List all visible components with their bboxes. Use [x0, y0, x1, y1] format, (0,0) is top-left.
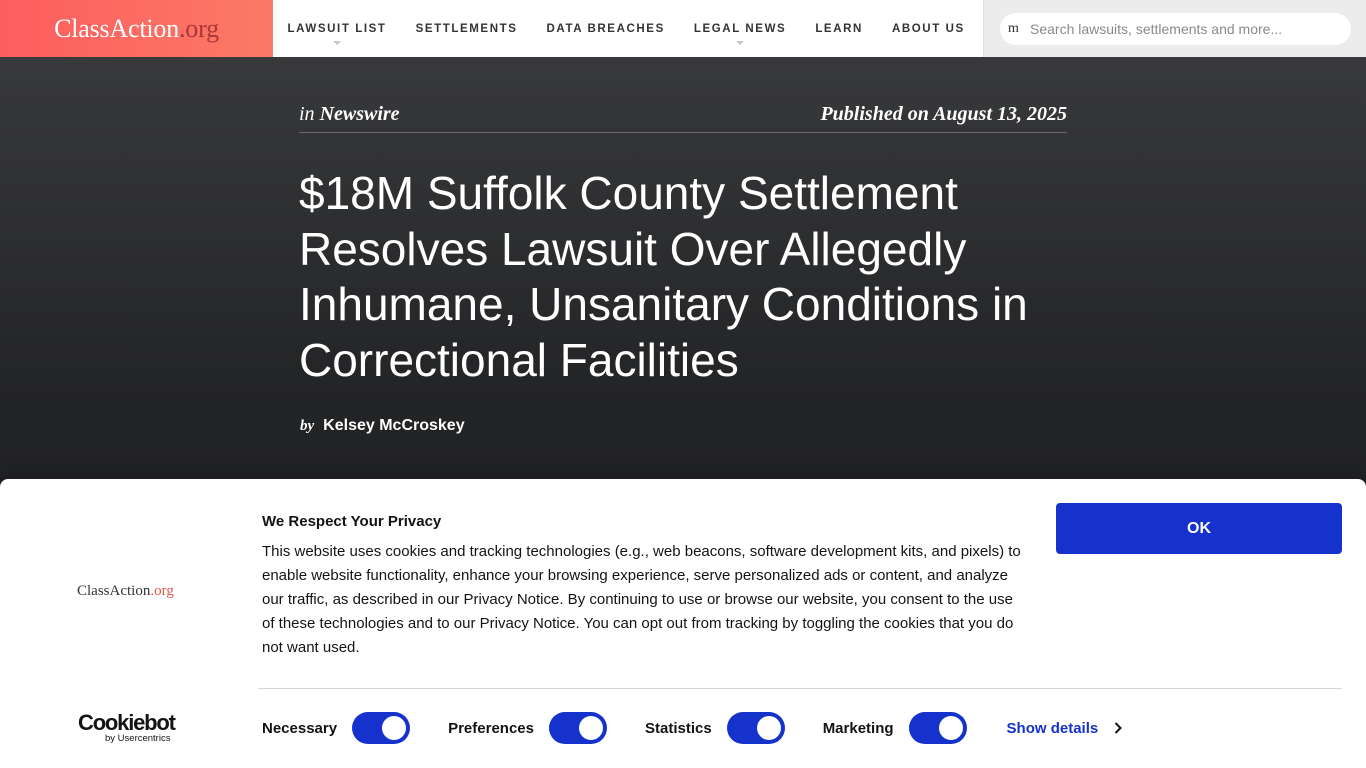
- toggle-label: Marketing: [822, 719, 894, 737]
- site-logo-text: ClassAction.org: [54, 13, 219, 43]
- nav-item-lawsuit-list[interactable]: LAWSUIT LIST: [273, 0, 401, 57]
- show-details-label: Show details: [1006, 719, 1099, 737]
- toggle-label: Necessary: [262, 719, 338, 737]
- preferences-toggle[interactable]: [548, 712, 607, 744]
- nav-item-label: LEARN: [815, 22, 863, 35]
- toggle-label: Preferences: [448, 719, 534, 737]
- site-logo[interactable]: ClassAction.org: [0, 0, 273, 57]
- byline: by Kelsey McCroskey: [300, 417, 465, 435]
- search-area: m: [983, 0, 1366, 57]
- category-prefix: in: [299, 103, 315, 125]
- category-link[interactable]: Newswire: [320, 103, 400, 125]
- cookie-consent-banner: ClassAction.org We Respect Your Privacy …: [0, 479, 1366, 768]
- chevron-down-icon: [333, 41, 342, 45]
- nav-item-label: SETTLEMENTS: [415, 22, 518, 35]
- search-box[interactable]: m: [1000, 13, 1351, 45]
- author-name[interactable]: Kelsey McCroskey: [323, 417, 464, 435]
- toggle-group-statistics: Statistics: [645, 712, 785, 744]
- top-navigation-bar: ClassAction.org LAWSUIT LIST SETTLEMENTS…: [0, 0, 1366, 57]
- article-title: $18M Suffolk County Settlement Resolves …: [299, 167, 1028, 386]
- byline-prefix: by: [300, 418, 315, 434]
- article-category: in Newswire: [299, 103, 400, 126]
- nav-item-label: DATA BREACHES: [546, 22, 665, 35]
- toggle-knob: [578, 716, 603, 740]
- cookie-banner-logo: ClassAction.org: [77, 583, 174, 599]
- toggle-knob: [938, 716, 963, 740]
- cookiebot-name: Cookiebot: [78, 710, 176, 735]
- search-icon: m: [1008, 21, 1019, 36]
- toggle-label: Statistics: [644, 719, 712, 737]
- toggle-knob: [382, 716, 407, 740]
- nav-item-about-us[interactable]: ABOUT US: [877, 0, 979, 57]
- cookie-banner-title: We Respect Your Privacy: [262, 513, 442, 530]
- cookie-banner-body: This website uses cookies and tracking t…: [262, 543, 1021, 656]
- toggle-knob: [756, 716, 781, 740]
- cookiebot-logo: Cookiebot by Usercentrics: [78, 712, 188, 744]
- marketing-toggle[interactable]: [908, 712, 967, 744]
- chevron-right-icon: [1115, 722, 1123, 734]
- toggle-group-preferences: Preferences: [448, 712, 607, 744]
- toggle-group-marketing: Marketing: [823, 712, 967, 744]
- nav-item-settlements[interactable]: SETTLEMENTS: [401, 0, 532, 57]
- nav-item-label: ABOUT US: [891, 22, 965, 35]
- divider: [258, 688, 1342, 689]
- ok-button[interactable]: OK: [1056, 503, 1342, 554]
- nav-item-data-breaches[interactable]: DATA BREACHES: [532, 0, 679, 57]
- toggle-group-necessary: Necessary: [262, 712, 411, 744]
- main-nav: LAWSUIT LIST SETTLEMENTS DATA BREACHES L…: [273, 0, 979, 57]
- necessary-toggle[interactable]: [352, 712, 411, 744]
- publish-date: Published on August 13, 2025: [820, 103, 1067, 125]
- show-details-link[interactable]: Show details: [1007, 720, 1125, 737]
- statistics-toggle[interactable]: [726, 712, 785, 744]
- nav-item-label: LEGAL NEWS: [693, 22, 787, 35]
- nav-item-legal-news[interactable]: LEGAL NEWS: [679, 0, 800, 57]
- chevron-down-icon: [736, 41, 745, 45]
- cookie-toggles: Necessary Preferences Statistics Marketi…: [262, 711, 1124, 745]
- article-meta-row: in Newswire Published on August 13, 2025: [299, 103, 1067, 133]
- cookiebot-subtitle: by Usercentrics: [105, 733, 171, 744]
- nav-item-label: LAWSUIT LIST: [287, 22, 387, 35]
- nav-item-learn[interactable]: LEARN: [801, 0, 878, 57]
- search-input[interactable]: [1030, 21, 1340, 37]
